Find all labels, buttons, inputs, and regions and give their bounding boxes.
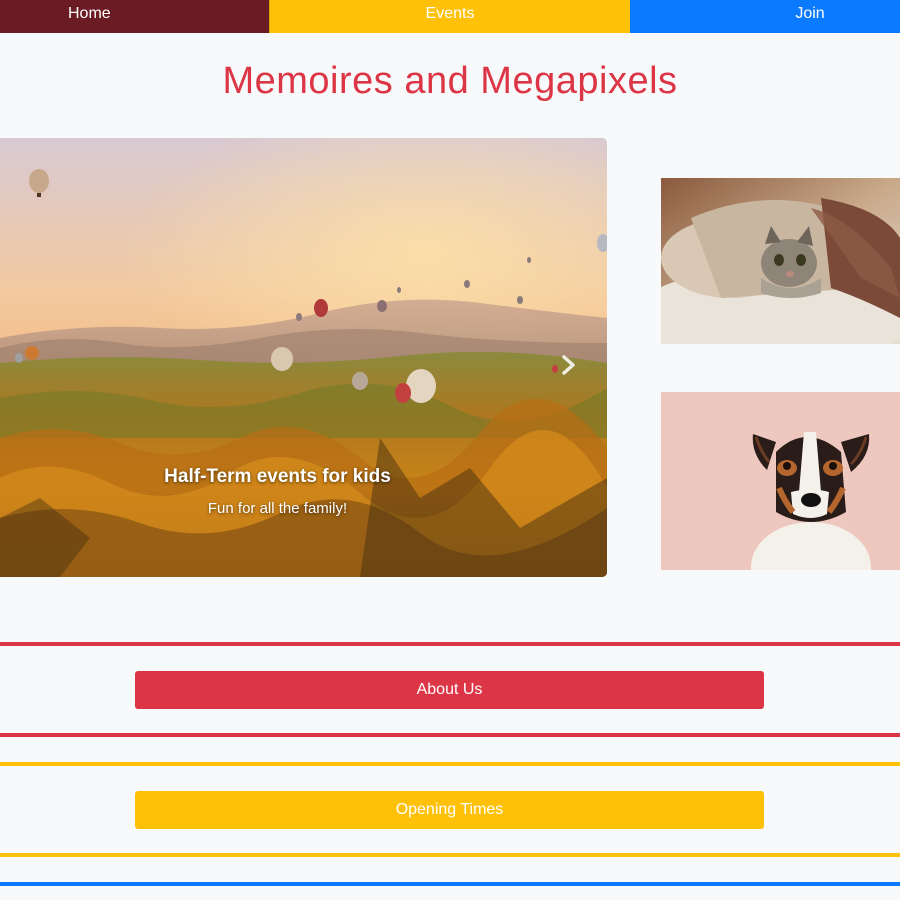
nav-join-label: Join — [795, 5, 825, 22]
carousel-caption-subtitle: Fun for all the family! — [207, 500, 348, 517]
dog-photo — [661, 392, 900, 570]
opening-times-button[interactable]: Opening Times — [135, 791, 764, 829]
divider-red-top — [0, 642, 900, 646]
top-nav: Home Events Join — [0, 0, 900, 33]
divider-red-bottom — [0, 733, 900, 737]
divider-blue-top — [0, 882, 900, 886]
carousel-caption-title: Half-Term events for kids — [164, 466, 391, 487]
nav-events-label: Events — [425, 5, 475, 22]
image-carousel[interactable]: Half-Term events for kids Fun for all th… — [0, 138, 607, 577]
nav-events[interactable]: Events — [269, 0, 630, 33]
divider-yellow-bottom — [0, 853, 900, 857]
nav-home[interactable]: Home — [0, 0, 269, 33]
about-us-button[interactable]: About Us — [135, 671, 764, 709]
nav-home-label: Home — [68, 5, 111, 22]
chevron-right-icon[interactable] — [560, 354, 578, 376]
cat-photo — [661, 178, 900, 344]
page-title: Memoires and Megapixels — [222, 60, 678, 102]
divider-yellow-top — [0, 762, 900, 766]
nav-join[interactable]: Join — [630, 0, 900, 33]
